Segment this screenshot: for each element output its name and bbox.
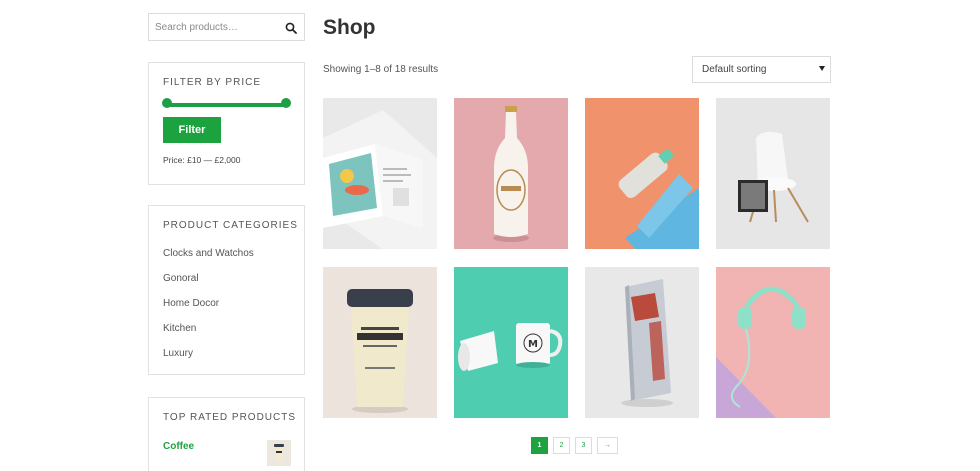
bottle-mockup-icon bbox=[454, 98, 568, 249]
product-card[interactable] bbox=[585, 267, 699, 418]
product-card[interactable] bbox=[323, 267, 437, 418]
search-input[interactable] bbox=[155, 19, 280, 36]
category-list: Clocks and Watchos Gonoral Home Docor Ki… bbox=[163, 248, 254, 373]
result-count: Showing 1–8 of 18 results bbox=[323, 64, 439, 75]
pagination: 1 2 3 → bbox=[531, 437, 618, 454]
headphones-mockup-icon bbox=[716, 267, 830, 418]
top-rated-widget: TOP RATED PRODUCTS Coffee bbox=[148, 397, 305, 471]
page-title: Shop bbox=[323, 16, 376, 39]
top-rated-title: TOP RATED PRODUCTS bbox=[163, 412, 297, 423]
product-card[interactable] bbox=[454, 98, 568, 249]
product-card[interactable] bbox=[716, 98, 830, 249]
top-rated-product-thumbnail[interactable] bbox=[267, 440, 291, 466]
category-item[interactable]: Clocks and Watchos bbox=[163, 248, 254, 273]
caret-down-icon bbox=[819, 66, 825, 71]
product-categories-title: PRODUCT CATEGORIES bbox=[163, 220, 298, 231]
chair-mockup-icon bbox=[716, 98, 830, 249]
svg-text:M: M bbox=[528, 339, 538, 350]
product-card[interactable] bbox=[323, 98, 437, 249]
product-card[interactable]: M bbox=[454, 267, 568, 418]
price-slider-track[interactable] bbox=[167, 103, 287, 107]
sort-select[interactable]: Default sorting bbox=[692, 56, 831, 83]
category-item[interactable]: Luxury bbox=[163, 348, 254, 373]
coffee-cup-mockup-icon bbox=[323, 267, 437, 418]
price-filter-widget: FILTER BY PRICE Filter Price: £10 — £2,0… bbox=[148, 62, 305, 185]
page-2-button[interactable]: 2 bbox=[553, 437, 570, 454]
book-mockup-icon bbox=[323, 98, 437, 249]
category-item[interactable]: Gonoral bbox=[163, 273, 254, 298]
top-rated-product-link[interactable]: Coffee bbox=[163, 441, 194, 452]
page-3-button[interactable]: 3 bbox=[575, 437, 592, 454]
search-box bbox=[148, 13, 305, 41]
category-item[interactable]: Kitchen bbox=[163, 323, 254, 348]
glass-bottle-mockup-icon bbox=[585, 98, 699, 249]
next-page-button[interactable]: → bbox=[597, 437, 618, 454]
product-card[interactable] bbox=[585, 98, 699, 249]
filter-button[interactable]: Filter bbox=[163, 117, 221, 143]
sort-select-value: Default sorting bbox=[702, 64, 767, 75]
product-categories-widget: PRODUCT CATEGORIES Clocks and Watchos Go… bbox=[148, 205, 305, 375]
page-1-button[interactable]: 1 bbox=[531, 437, 548, 454]
price-slider-max-handle[interactable] bbox=[281, 98, 291, 108]
price-range-label: Price: £10 — £2,000 bbox=[163, 155, 241, 165]
price-slider-min-handle[interactable] bbox=[162, 98, 172, 108]
price-filter-title: FILTER BY PRICE bbox=[163, 77, 261, 88]
product-card[interactable] bbox=[716, 267, 830, 418]
category-item[interactable]: Home Docor bbox=[163, 298, 254, 323]
mugs-mockup-icon: M bbox=[454, 267, 568, 418]
search-icon[interactable] bbox=[285, 22, 297, 34]
coffee-bag-mockup-icon bbox=[585, 267, 699, 418]
